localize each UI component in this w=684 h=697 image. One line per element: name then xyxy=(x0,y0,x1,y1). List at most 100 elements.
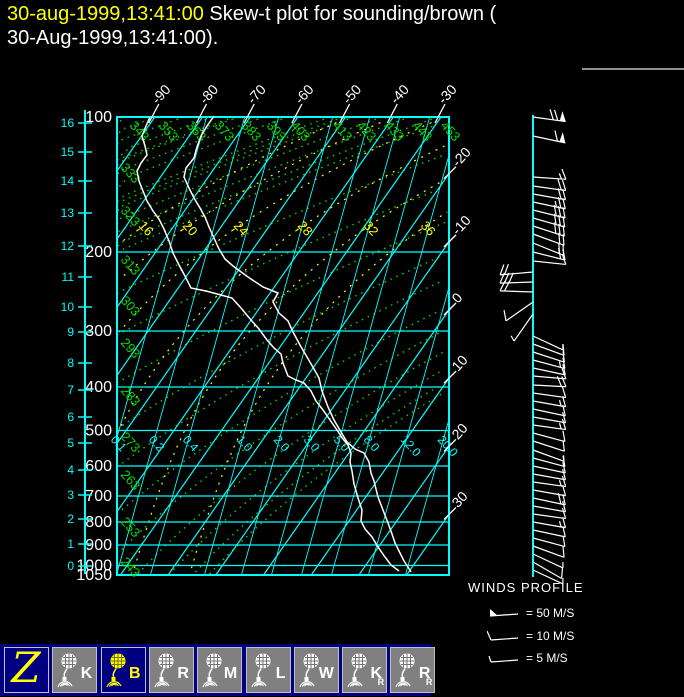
flag-barb-icon xyxy=(489,609,519,617)
dewpoint-trace xyxy=(136,116,400,572)
toolbar-button-label: K xyxy=(80,665,93,682)
svg-text:24: 24 xyxy=(231,218,252,239)
svg-text:10: 10 xyxy=(61,300,75,314)
dry-adiabat-lines xyxy=(116,116,449,575)
svg-text:413: 413 xyxy=(330,118,356,144)
plot-border xyxy=(116,116,450,576)
svg-text:0.4: 0.4 xyxy=(180,433,202,455)
legend-row-10ms: = 10 M/S xyxy=(487,628,574,644)
pressure-gridlines xyxy=(117,116,449,576)
isotherm-lines xyxy=(116,116,450,576)
svg-text:2.0: 2.0 xyxy=(271,433,293,455)
toolbar-button-l[interactable]: L xyxy=(245,647,291,693)
svg-text:6: 6 xyxy=(67,410,74,424)
svg-text:9: 9 xyxy=(67,325,74,339)
svg-text:-80: -80 xyxy=(196,81,222,107)
toolbar-button-b[interactable]: B xyxy=(100,647,146,693)
svg-text:4: 4 xyxy=(67,463,74,477)
toolbar-button-label: M xyxy=(223,665,238,682)
toolbar-button-m[interactable]: M xyxy=(197,647,243,693)
svg-text:500: 500 xyxy=(85,422,112,439)
svg-text:1050: 1050 xyxy=(76,567,112,584)
svg-text:1: 1 xyxy=(67,537,74,551)
svg-text:-50: -50 xyxy=(339,81,365,107)
toolbar-button-label: W xyxy=(318,665,334,682)
svg-text:10: 10 xyxy=(448,352,470,374)
svg-text:16: 16 xyxy=(61,116,75,130)
svg-text:353: 353 xyxy=(156,118,182,144)
svg-text:-60: -60 xyxy=(291,81,317,107)
svg-text:13: 13 xyxy=(61,206,75,220)
toolbar-button-label: L xyxy=(275,665,286,682)
svg-text:3: 3 xyxy=(67,488,74,502)
svg-text:383: 383 xyxy=(239,118,265,144)
svg-text:28: 28 xyxy=(295,218,316,239)
svg-text:253: 253 xyxy=(118,514,144,540)
full-barb-icon xyxy=(487,630,519,641)
svg-text:2: 2 xyxy=(67,512,74,526)
svg-text:-10: -10 xyxy=(448,212,474,238)
svg-text:5: 5 xyxy=(67,436,74,450)
svg-text:20: 20 xyxy=(180,218,201,239)
toolbar-button-k[interactable]: K xyxy=(52,647,98,693)
radiosonde-balloon-icon xyxy=(106,653,126,688)
svg-text:-20: -20 xyxy=(448,144,474,170)
svg-text:36: 36 xyxy=(418,218,439,239)
svg-text:423: 423 xyxy=(354,118,380,144)
toolbar-button-w[interactable]: W xyxy=(293,647,339,693)
toolbar: ZKBRMLWKRRR xyxy=(0,643,436,696)
svg-text:0: 0 xyxy=(448,289,465,306)
toolbar-button-zebra-logo[interactable]: Z xyxy=(4,643,49,693)
mixing-ratio-lines xyxy=(116,116,450,576)
svg-text:1.0: 1.0 xyxy=(234,433,256,455)
radiosonde-balloon-icon xyxy=(250,653,270,688)
svg-text:14: 14 xyxy=(61,174,75,188)
toolbar-button-label: B xyxy=(129,665,141,682)
radiosonde-balloon-icon xyxy=(395,653,415,688)
legend-label-10ms: = 10 M/S xyxy=(526,629,575,643)
half-barb-icon xyxy=(488,655,519,663)
svg-text:15: 15 xyxy=(61,145,75,159)
legend-label-5ms: = 5 M/S xyxy=(526,651,568,665)
svg-text:Z: Z xyxy=(9,648,41,692)
svg-text:700: 700 xyxy=(85,488,112,505)
svg-text:32: 32 xyxy=(361,218,382,239)
legend-row-50ms: = 50 M/S xyxy=(487,605,574,621)
svg-text:0: 0 xyxy=(67,559,74,573)
svg-text:263: 263 xyxy=(118,467,144,493)
svg-text:453: 453 xyxy=(438,118,464,144)
toolbar-button-label: R xyxy=(177,665,189,682)
toolbar-button-r[interactable]: R xyxy=(148,647,194,693)
svg-text:393: 393 xyxy=(264,118,290,144)
svg-text:11: 11 xyxy=(62,270,75,284)
radiosonde-balloon-icon xyxy=(347,653,367,688)
svg-text:3.0: 3.0 xyxy=(301,433,323,455)
svg-text:-30: -30 xyxy=(434,81,460,107)
moist-adiabat-lines xyxy=(116,121,448,573)
legend-label-50ms: = 50 M/S xyxy=(526,606,575,620)
svg-text:-90: -90 xyxy=(148,81,174,107)
radiosonde-balloon-icon xyxy=(154,653,174,688)
svg-text:403: 403 xyxy=(288,118,314,144)
svg-text:0.2: 0.2 xyxy=(146,433,168,455)
svg-text:30: 30 xyxy=(448,488,470,510)
svg-text:8: 8 xyxy=(67,356,74,370)
svg-text:800: 800 xyxy=(85,514,112,531)
toolbar-button-sublabel: R xyxy=(425,677,433,687)
toolbar-button-kr[interactable]: KR xyxy=(342,647,388,693)
svg-text:7: 7 xyxy=(67,383,74,397)
svg-text:600: 600 xyxy=(85,458,112,475)
toolbar-button-sublabel: R xyxy=(377,677,385,687)
svg-text:900: 900 xyxy=(85,537,112,554)
skewt-chart: 333323313303293283273263253243343 353 363 3… xyxy=(61,81,567,585)
legend-row-5ms: = 5 M/S xyxy=(487,650,568,666)
svg-text:-40: -40 xyxy=(387,81,413,107)
app-window: { "title": { "timestamp": "30-aug-1999,1… xyxy=(0,0,684,696)
svg-text:433: 433 xyxy=(382,118,408,144)
svg-text:400: 400 xyxy=(85,379,112,396)
toolbar-button-rr[interactable]: RR xyxy=(390,647,436,693)
svg-text:12: 12 xyxy=(61,239,75,253)
svg-text:443: 443 xyxy=(410,118,436,144)
zebra-logo-icon: Z xyxy=(9,643,41,692)
winds-profile-title: WINDS PROFILE xyxy=(468,580,584,595)
